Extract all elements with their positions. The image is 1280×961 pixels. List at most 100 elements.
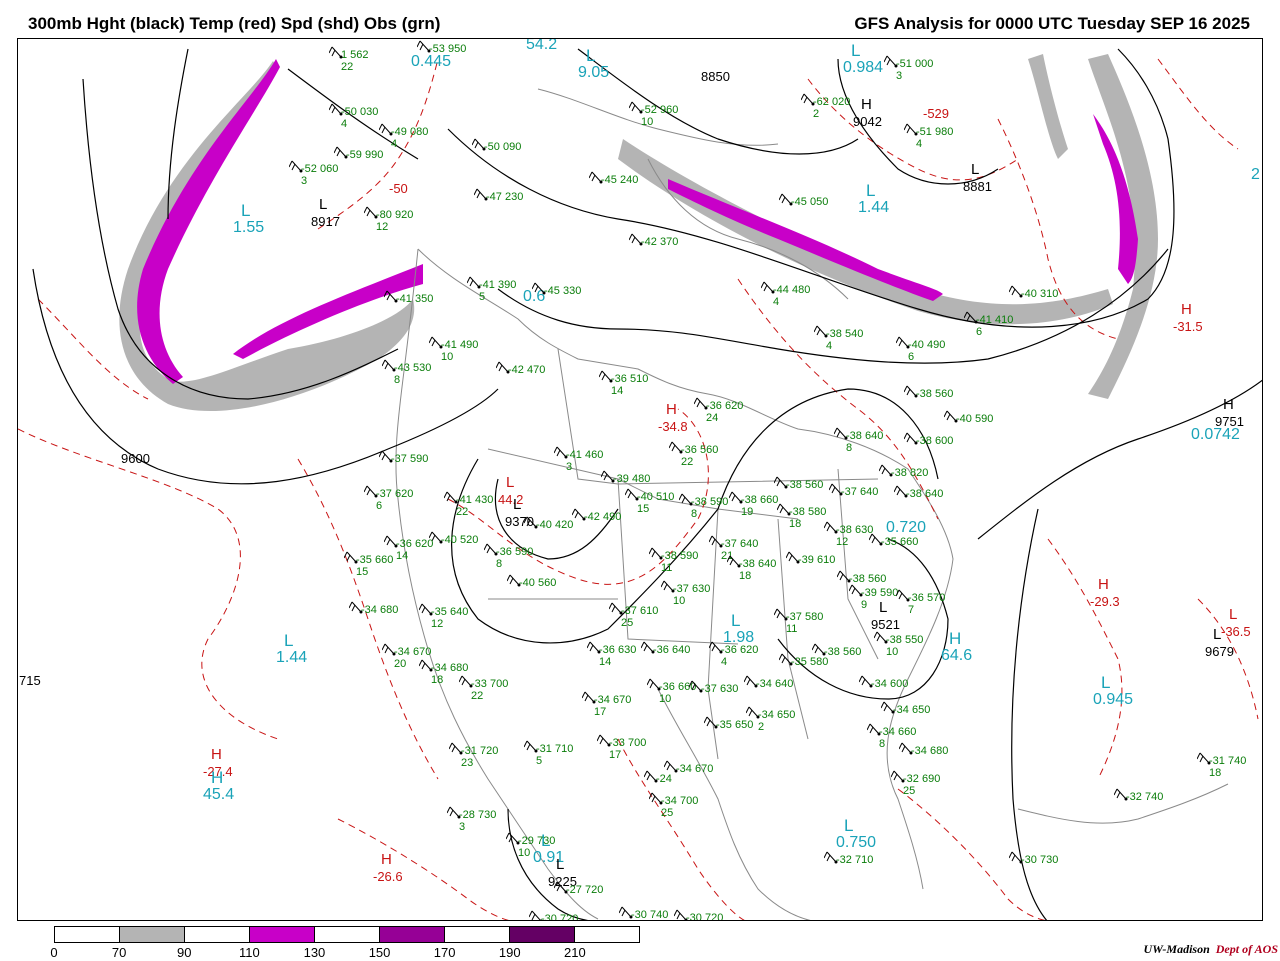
station-observation: -41 460 3	[554, 446, 603, 473]
station-observation: -40 490 6	[896, 336, 946, 363]
high-center-marker: H	[211, 768, 224, 787]
wind-barb-icon	[904, 385, 918, 398]
obs-temp-height: -40 490	[908, 339, 946, 351]
contour-label: 0.720	[886, 519, 927, 536]
station-observation: -24	[644, 770, 672, 785]
station-observation: -38 820	[879, 464, 928, 479]
legend-swatch	[380, 927, 445, 942]
obs-temp-height: -32 740	[1126, 791, 1164, 803]
legend-tick-label: 170	[433, 945, 456, 960]
center-value: 45.4	[203, 786, 235, 803]
wind-barb-icon	[879, 464, 893, 477]
station-observation: -40 510 15	[625, 488, 674, 515]
legend-swatch	[575, 927, 639, 942]
station-observation: -38 560	[904, 385, 953, 400]
center-value: 1.44	[858, 199, 890, 216]
station-observation: -47 230	[474, 188, 523, 203]
station-observation: -37 580 11	[774, 608, 823, 635]
wind-barb-icon	[669, 441, 683, 454]
legend-tick-label: 210	[564, 945, 586, 960]
center-value: 9679	[1205, 644, 1234, 659]
wind-barb-icon	[364, 485, 378, 498]
credit: UW-Madison Dept of AOS	[1144, 942, 1278, 957]
station-observation: -38 600	[904, 432, 953, 447]
obs-temp-height: -31 740	[1209, 755, 1247, 767]
obs-dewpoint: 3	[896, 70, 903, 82]
obs-temp-height: -37 590	[391, 453, 429, 465]
high-center-marker: H	[666, 401, 677, 418]
station-observation: -34 640	[744, 675, 794, 690]
wind-barb-icon	[384, 535, 398, 548]
obs-temp-height: -38 560	[824, 646, 862, 658]
low-center-marker: L	[586, 46, 596, 65]
station-observation: -38 560	[774, 476, 823, 491]
wind-barb-icon	[904, 432, 918, 445]
obs-dewpoint: 22	[681, 456, 694, 468]
low-center-marker: L	[284, 631, 294, 650]
obs-temp-height: -37 630	[701, 683, 739, 695]
obs-temp-height: -29 730	[518, 835, 556, 847]
station-observation: -38 540 4	[814, 325, 864, 352]
obs-temp-height: -51 000	[896, 58, 934, 70]
wind-speed-legend-ticks: 0 70 90 110 130 150 170 190 210	[50, 945, 640, 961]
legend-tick-label: 110	[238, 945, 260, 960]
wind-barb-icon	[597, 734, 611, 747]
obs-temp-height: -50 030	[341, 106, 379, 118]
wind-barb-icon	[329, 46, 343, 59]
station-observation: -36 620 4	[709, 641, 758, 668]
station-observation: -35 660	[869, 533, 918, 548]
obs-temp-height: -34 640	[756, 678, 794, 690]
wind-barb-icon	[694, 397, 708, 410]
wind-barb-icon	[894, 485, 908, 498]
low-center-marker: L	[1229, 606, 1238, 623]
obs-dewpoint: 3	[301, 175, 308, 187]
obs-dewpoint: 10	[673, 595, 686, 607]
wind-barb-icon	[896, 589, 910, 602]
wind-barb-icon	[709, 641, 723, 654]
station-observation: -37 610 25	[609, 602, 658, 629]
wind-barb-icon	[609, 602, 623, 615]
obs-temp-height: -51 980	[916, 126, 954, 138]
obs-dewpoint: 12	[431, 618, 444, 630]
obs-temp-height: -36 630	[599, 644, 637, 656]
wind-barb-icon	[419, 603, 433, 616]
station-observation: -52 960 10	[629, 101, 678, 128]
contour-label: -529	[923, 106, 950, 121]
station-observation: -33 700 17	[597, 734, 646, 761]
obs-temp-height: -42 370	[641, 236, 679, 248]
obs-temp-height: -34 600	[871, 678, 909, 690]
contour-label: 0.0742	[1191, 426, 1240, 443]
station-observation: -31 710 5	[524, 740, 573, 767]
wind-barb-icon	[899, 742, 913, 755]
wind-barb-icon	[689, 680, 703, 693]
wind-barb-icon	[786, 551, 800, 564]
wind-barb-icon	[601, 470, 615, 483]
obs-temp-height: -28 730	[459, 809, 497, 821]
legend-tick-label: 130	[303, 945, 326, 960]
obs-dewpoint: 25	[903, 785, 916, 797]
station-observation: -30 740	[619, 906, 668, 920]
wind-barb-icon	[647, 678, 661, 691]
obs-temp-height: -30 720	[686, 912, 724, 921]
wind-barb-icon	[761, 281, 775, 294]
obs-temp-height: -32 690	[903, 773, 941, 785]
wind-barb-icon	[384, 290, 398, 303]
station-observation: -32 740	[1114, 788, 1164, 803]
station-observation: -29 730 10	[506, 832, 556, 859]
wind-barb-icon	[472, 138, 486, 151]
obs-temp-height: -38 540	[826, 328, 864, 340]
wind-barb-icon	[417, 40, 431, 53]
station-observation: -27 720	[554, 881, 603, 896]
obs-dewpoint: 22	[471, 690, 484, 702]
center-value: -29.3	[1090, 594, 1120, 609]
wind-speed-legend	[54, 926, 640, 943]
contour-label: 54.2	[526, 38, 558, 53]
wind-barb-icon	[444, 491, 458, 504]
station-observation: -43 530 8	[382, 359, 431, 386]
obs-dewpoint: 4	[916, 138, 923, 150]
wind-barb-icon	[349, 601, 363, 614]
low-center-marker: L	[513, 496, 522, 513]
station-observation: -32 690 25	[891, 770, 941, 797]
station-observation: -35 580	[779, 653, 828, 668]
contour-label: 8850	[701, 69, 730, 84]
